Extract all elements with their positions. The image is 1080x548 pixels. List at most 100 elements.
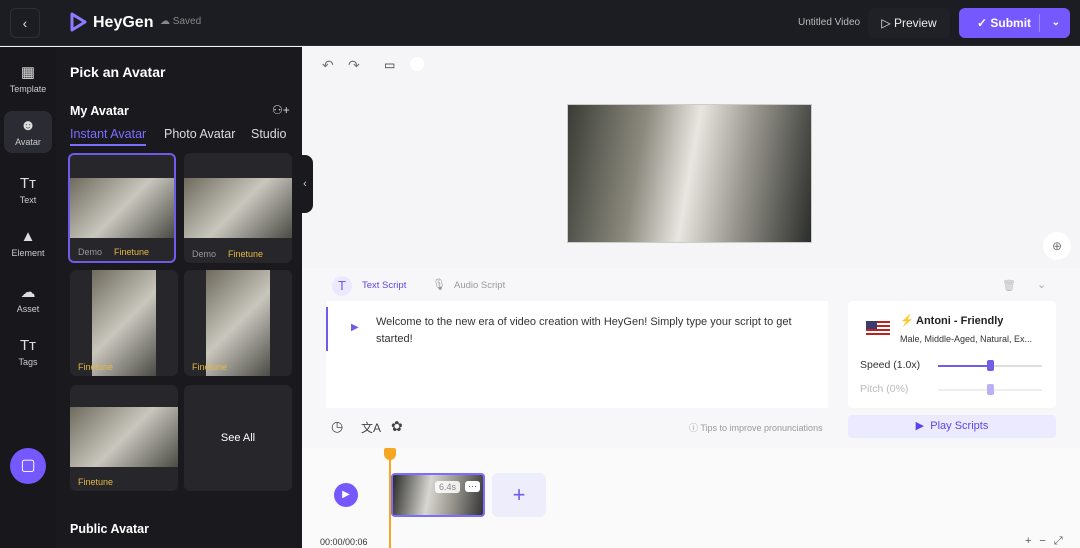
finetune-tag: Finetune (78, 362, 113, 372)
rail-label: Template (10, 84, 47, 94)
zoom-in-icon[interactable]: ⊕ (1043, 232, 1071, 260)
play-line-icon[interactable]: ▶ (351, 322, 359, 333)
voice-name[interactable]: Antoni - Friendly (916, 315, 1003, 327)
tags-icon: Tт (4, 337, 52, 354)
monitor-icon[interactable]: ▭ (384, 58, 395, 72)
pitch-label: Pitch (0%) (860, 383, 908, 395)
chat-support-button[interactable]: ▢ (10, 448, 46, 484)
avatar-card[interactable]: Demo Finetune (184, 153, 292, 263)
timeline-clip[interactable]: 6.4s ⋯ (391, 473, 485, 517)
rail-item-avatar[interactable]: ☻ Avatar (4, 111, 52, 153)
voice-description: Male, Middle-Aged, Natural, Ex... (900, 334, 1032, 344)
rail-label: Avatar (15, 137, 41, 147)
saved-status: ☁ Saved (160, 16, 201, 27)
play-icon: ▶ (916, 420, 928, 432)
rail-item-asset[interactable]: ☁ Asset (4, 283, 52, 314)
see-all-button[interactable]: See All (184, 385, 292, 491)
play-outline-icon: ▷ (881, 16, 894, 30)
demo-tag: Demo (78, 247, 102, 257)
rail-item-template[interactable]: ▦ Template (4, 63, 52, 94)
info-icon: ⓘ (689, 423, 700, 433)
video-canvas[interactable] (567, 104, 812, 243)
top-bar: ‹ HeyGen ☁ Saved Untitled Video ▷ Previe… (0, 0, 1080, 46)
avatar-thumbnail (206, 270, 270, 376)
add-scene-button[interactable]: + (492, 473, 546, 517)
avatar-card[interactable]: Demo Finetune (68, 153, 176, 263)
timeline-play-button[interactable]: ▶ (334, 483, 358, 507)
tab-photo-avatar[interactable]: Photo Avatar (164, 127, 235, 141)
preview-button[interactable]: ▷ Preview (868, 8, 950, 38)
rail-label: Asset (17, 304, 40, 314)
tab-text-script[interactable]: Text Script (362, 280, 406, 291)
rail-item-tags[interactable]: Tт Tags (4, 337, 52, 367)
avatar-card[interactable]: Finetune (184, 270, 292, 376)
demo-tag: Demo (192, 249, 216, 259)
avatar-thumbnail (92, 270, 156, 376)
finetune-tag: Finetune (114, 247, 149, 257)
ai-icon[interactable]: ✿ (391, 418, 403, 435)
submit-button[interactable]: ✓ Submit ⌄ (959, 8, 1070, 38)
clock-icon[interactable]: ◷ (331, 418, 343, 435)
text-script-icon: T (332, 276, 352, 296)
avatar-icon: ☻ (4, 117, 52, 134)
avatar-panel: Pick an Avatar My Avatar ⚇+ Instant Avat… (56, 47, 302, 548)
chevron-down-icon[interactable]: ⌄ (1037, 278, 1046, 291)
add-avatar-icon[interactable]: ⚇+ (272, 103, 290, 117)
trash-icon[interactable]: 🗑 (1002, 279, 1016, 292)
avatar-card[interactable]: Finetune (70, 385, 178, 491)
rail-item-text[interactable]: Tт Text (4, 175, 52, 205)
preview-label: Preview (894, 16, 937, 30)
play-scripts-button[interactable]: ▶ Play Scripts (848, 415, 1056, 438)
my-avatar-heading: My Avatar (70, 104, 129, 118)
submit-label: Submit (990, 16, 1031, 30)
avatar-thumbnail (184, 178, 292, 238)
public-avatar-heading: Public Avatar (70, 522, 149, 536)
timecode: 00:00/00:06 (320, 537, 368, 547)
tab-audio-script[interactable]: Audio Script (454, 280, 505, 291)
color-swatch[interactable] (410, 57, 424, 71)
tab-studio[interactable]: Studio (251, 127, 287, 141)
script-marker (326, 307, 328, 351)
clip-more-icon[interactable]: ⋯ (465, 481, 480, 492)
finetune-tag: Finetune (78, 477, 113, 487)
script-editor[interactable]: ▶ Welcome to the new era of video creati… (326, 301, 828, 408)
tab-instant-avatar[interactable]: Instant Avatar (70, 127, 146, 146)
voice-badge-icon: ⚡ (900, 314, 914, 327)
heygen-logo-icon (68, 11, 88, 33)
saved-label: Saved (173, 16, 201, 27)
cloud-icon: ☁ (160, 16, 173, 27)
panel-title: Pick an Avatar (70, 64, 165, 80)
avatar-card[interactable]: Finetune (70, 270, 178, 376)
asset-icon: ☁ (4, 283, 52, 301)
avatar-thumbnail (70, 407, 178, 467)
chevron-down-icon[interactable]: ⌄ (1052, 8, 1060, 38)
left-rail: ▦ Template ☻ Avatar Tт Text ▲Element ☁ Asset… (0, 47, 56, 548)
script-text[interactable]: Welcome to the new era of video creation… (376, 314, 806, 348)
collapse-panel-button[interactable]: ‹ (297, 155, 313, 213)
finetune-tag: Finetune (228, 249, 263, 259)
template-icon: ▦ (4, 63, 52, 81)
voice-settings: ⚡ Antoni - Friendly Male, Middle-Aged, N… (848, 301, 1056, 408)
rail-item-element[interactable]: ▲Element (4, 228, 52, 258)
element-icon: ▲ (4, 228, 52, 245)
us-flag-icon (866, 321, 890, 337)
speed-label: Speed (1.0x) (860, 359, 920, 371)
speed-slider[interactable] (938, 365, 1042, 367)
text-icon: Tт (4, 175, 52, 192)
tips-label: Tips to improve pronunciations (700, 423, 822, 433)
redo-icon[interactable]: ↷ (348, 57, 360, 74)
microphone-icon: 🎙 (432, 278, 446, 291)
back-button[interactable]: ‹ (10, 8, 40, 38)
pitch-slider[interactable] (938, 389, 1042, 391)
pronunciation-tips-link[interactable]: ⓘ Tips to improve pronunciations (689, 421, 823, 434)
check-icon: ✓ (977, 16, 990, 30)
play-scripts-label: Play Scripts (930, 420, 988, 432)
undo-icon[interactable]: ↶ (322, 57, 334, 74)
rail-label: Text (20, 195, 37, 205)
clip-duration: 6.4s (435, 481, 460, 493)
rail-label: Tags (18, 357, 37, 367)
timeline-zoom-controls[interactable]: +−⤢ (1025, 535, 1071, 548)
translate-icon[interactable]: 文A (361, 419, 381, 436)
brand-name: HeyGen (93, 14, 153, 32)
video-title[interactable]: Untitled Video (798, 17, 860, 28)
